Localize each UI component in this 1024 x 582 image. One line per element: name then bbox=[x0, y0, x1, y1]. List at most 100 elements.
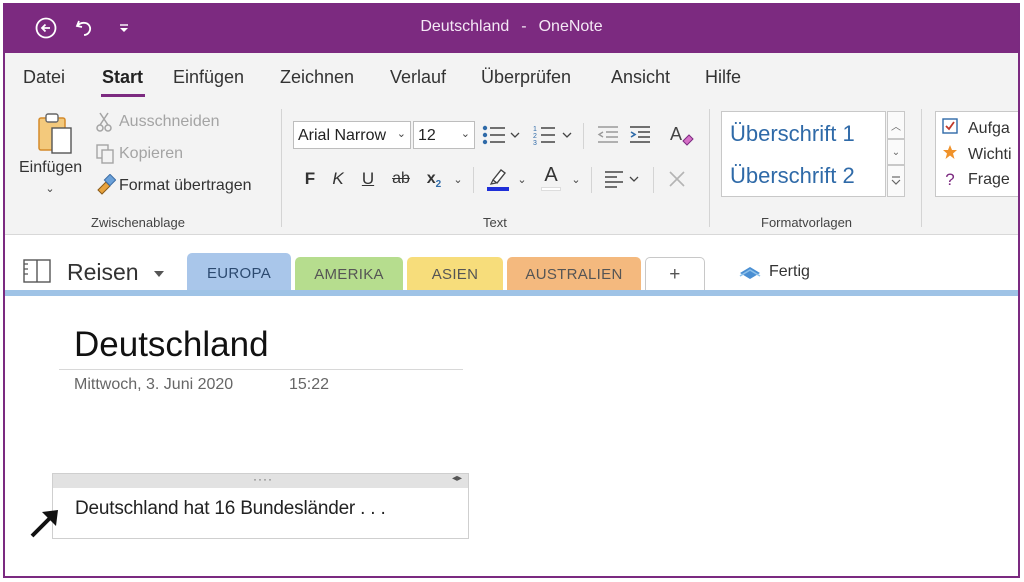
menu-einfuegen[interactable]: Einfügen bbox=[173, 67, 244, 88]
style-heading-1[interactable]: Überschrift 1 bbox=[730, 121, 855, 147]
sync-status[interactable]: Fertig bbox=[769, 263, 810, 281]
svg-text:3: 3 bbox=[533, 140, 537, 146]
tag-important[interactable]: Wichti bbox=[942, 144, 1012, 165]
format-painter-button[interactable]: Format übertragen bbox=[119, 177, 252, 195]
copy-icon[interactable] bbox=[95, 143, 115, 165]
tag-todo[interactable]: Aufga bbox=[942, 118, 1010, 139]
subscript-suffix: 2 bbox=[435, 178, 442, 190]
notebook-icon[interactable] bbox=[21, 257, 53, 285]
separator bbox=[653, 167, 654, 193]
separator bbox=[591, 167, 592, 193]
notebook-name[interactable]: Reisen bbox=[67, 259, 139, 286]
drag-handle-icon[interactable]: ···· bbox=[253, 472, 273, 486]
underline-button[interactable]: U bbox=[357, 165, 379, 193]
font-name-value: Arial Narrow bbox=[298, 127, 387, 144]
menu-hilfe[interactable]: Hilfe bbox=[705, 67, 741, 88]
tag-todo-label: Aufga bbox=[968, 119, 1010, 137]
chevron-down-icon[interactable]: ⌄ bbox=[569, 169, 583, 189]
strikethrough-button[interactable]: ab bbox=[387, 165, 415, 193]
decrease-indent-icon[interactable] bbox=[595, 121, 621, 149]
copy-button[interactable]: Kopieren bbox=[119, 145, 183, 163]
resize-handle-icon[interactable]: ◂▸ bbox=[452, 473, 462, 484]
paste-dropdown-icon[interactable]: ⌄ bbox=[43, 181, 57, 195]
sync-icon bbox=[737, 263, 763, 283]
font-name-select[interactable]: Arial Narrow ⌄ bbox=[293, 121, 411, 149]
clipboard-group-label: Zwischenablage bbox=[91, 215, 185, 230]
menu-bar: Datei Start Einfügen Zeichnen Verlauf Üb… bbox=[5, 53, 1018, 101]
cut-icon[interactable] bbox=[95, 111, 113, 133]
chevron-down-icon: ⌄ bbox=[396, 128, 406, 140]
font-size-value: 12 bbox=[418, 127, 436, 144]
clear-formatting-icon[interactable]: A bbox=[667, 119, 697, 149]
page-date: Mittwoch, 3. Juni 2020 bbox=[74, 376, 234, 393]
arrow-pointer-icon bbox=[27, 505, 63, 541]
add-section-button[interactable]: + bbox=[645, 257, 705, 291]
menu-ansicht[interactable]: Ansicht bbox=[611, 67, 670, 88]
page-title[interactable]: Deutschland bbox=[74, 325, 269, 365]
star-icon bbox=[942, 144, 958, 165]
style-heading-2[interactable]: Überschrift 2 bbox=[730, 163, 855, 189]
font-color-button[interactable]: A bbox=[537, 161, 565, 193]
ribbon: Einfügen ⌄ Ausschneiden Kopieren Format … bbox=[5, 101, 1018, 235]
tab-asien[interactable]: ASIEN bbox=[407, 257, 503, 291]
bold-button[interactable]: F bbox=[299, 165, 321, 193]
group-separator bbox=[709, 109, 710, 227]
paste-button[interactable]: Einfügen bbox=[19, 159, 82, 177]
chevron-down-icon[interactable]: ⌄ bbox=[515, 169, 529, 189]
section-tab-row: Reisen EUROPA AMERIKA ASIEN AUSTRALIEN +… bbox=[5, 237, 1018, 293]
font-color-label: A bbox=[544, 163, 558, 186]
tab-australien[interactable]: AUSTRALIEN bbox=[507, 257, 641, 291]
menu-zeichnen[interactable]: Zeichnen bbox=[280, 67, 354, 88]
subscript-button[interactable]: x2 bbox=[423, 165, 445, 193]
active-tab-indicator bbox=[101, 94, 145, 97]
chevron-down-icon[interactable]: ⌄ bbox=[451, 169, 465, 189]
onenote-window: Deutschland - OneNote Datei Start Einfügen… bbox=[3, 3, 1020, 578]
separator bbox=[473, 167, 474, 193]
svg-text:1: 1 bbox=[533, 126, 537, 133]
styles-group-label: Formatvorlagen bbox=[761, 215, 853, 230]
menu-ueberpruefen[interactable]: Überprüfen bbox=[481, 67, 571, 88]
format-painter-icon[interactable] bbox=[93, 173, 117, 197]
delete-icon[interactable] bbox=[665, 165, 689, 193]
scroll-down-icon[interactable]: ⌄ bbox=[887, 139, 905, 165]
title-separator: - bbox=[521, 18, 527, 35]
menu-start[interactable]: Start bbox=[102, 67, 143, 88]
question-icon: ? bbox=[945, 170, 955, 189]
tag-question-label: Frage bbox=[968, 171, 1010, 188]
cut-button[interactable]: Ausschneiden bbox=[119, 113, 220, 131]
italic-button[interactable]: K bbox=[327, 165, 349, 193]
notebook-dropdown-icon[interactable] bbox=[151, 267, 167, 281]
highlight-icon[interactable] bbox=[483, 163, 513, 193]
increase-indent-icon[interactable] bbox=[627, 121, 653, 149]
note-text[interactable]: Deutschland hat 16 Bundesländer . . . bbox=[75, 498, 386, 520]
tags-gallery: Aufga Wichti ? Frage bbox=[935, 111, 1018, 197]
numbering-icon[interactable]: 123 bbox=[531, 121, 575, 149]
font-size-select[interactable]: 12 ⌄ bbox=[413, 121, 475, 149]
menu-datei[interactable]: Datei bbox=[23, 67, 65, 88]
align-icon[interactable] bbox=[601, 165, 645, 193]
paste-icon[interactable] bbox=[33, 111, 77, 157]
section-color-line bbox=[5, 290, 1018, 296]
svg-text:2: 2 bbox=[533, 133, 537, 140]
scroll-up-icon[interactable]: ︿ bbox=[887, 111, 905, 139]
tab-amerika[interactable]: AMERIKA bbox=[295, 257, 403, 291]
font-color-swatch bbox=[541, 186, 561, 191]
more-styles-icon[interactable] bbox=[887, 165, 905, 197]
separator bbox=[583, 123, 584, 149]
note-container-handle[interactable]: ···· ◂▸ bbox=[53, 472, 468, 488]
group-separator bbox=[921, 109, 922, 227]
bullets-icon[interactable] bbox=[479, 121, 523, 149]
note-container[interactable]: ···· ◂▸ Deutschland hat 16 Bundesländer … bbox=[52, 472, 469, 539]
tag-question[interactable]: ? Frage bbox=[942, 170, 1010, 190]
title-divider bbox=[59, 369, 463, 370]
title-page-name: Deutschland bbox=[420, 18, 510, 35]
chevron-down-icon: ⌄ bbox=[460, 128, 470, 140]
tab-europa[interactable]: EUROPA bbox=[187, 253, 291, 293]
title-app-name: OneNote bbox=[538, 18, 603, 35]
checkbox-icon bbox=[942, 118, 958, 139]
window-title: Deutschland - OneNote bbox=[5, 18, 1018, 36]
menu-verlauf[interactable]: Verlauf bbox=[390, 67, 446, 88]
tag-important-label: Wichti bbox=[968, 145, 1012, 163]
title-bar: Deutschland - OneNote bbox=[5, 5, 1018, 53]
text-group-label: Text bbox=[483, 215, 507, 230]
